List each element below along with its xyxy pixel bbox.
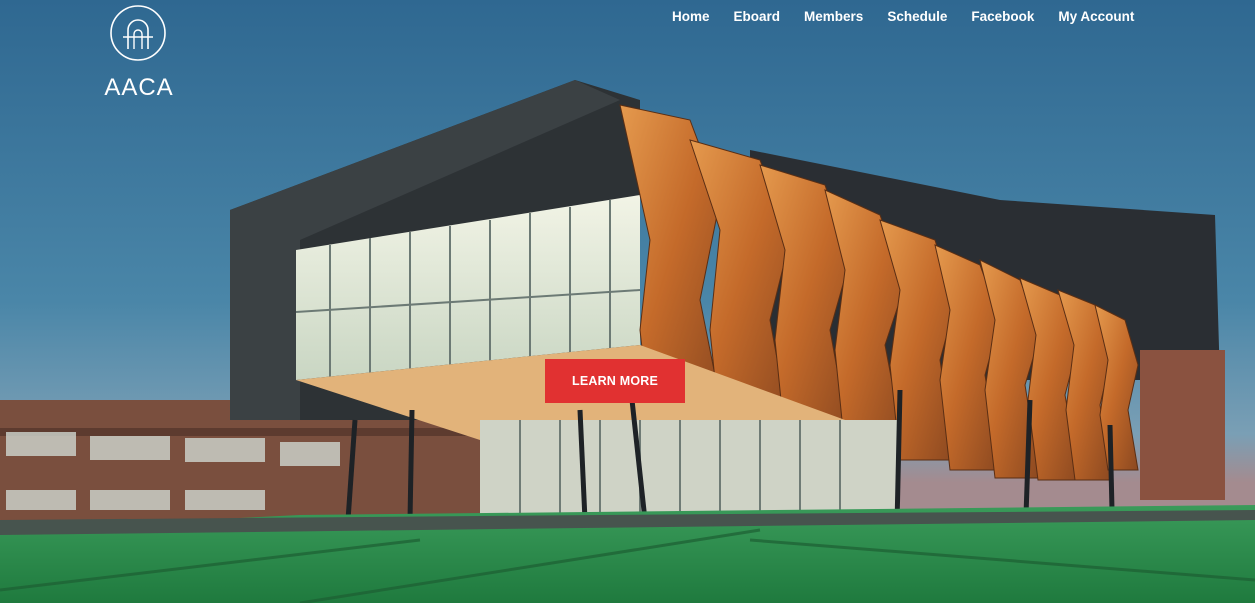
nav-link-members[interactable]: Members [792,8,875,26]
nav-link-home[interactable]: Home [660,8,722,26]
nav-link-eboard[interactable]: Eboard [722,8,793,26]
hero-building-photo [0,0,1255,603]
hero-section [0,0,1255,603]
nav-link-my-account[interactable]: My Account [1046,8,1146,26]
main-nav: Home Eboard Members Schedule Facebook My… [660,8,1146,26]
nav-link-schedule[interactable]: Schedule [875,8,959,26]
site-logo[interactable]: AACA [100,4,180,101]
nav-link-facebook[interactable]: Facebook [959,8,1046,26]
arch-a-icon [110,5,166,61]
brand-name: AACA [104,74,174,101]
learn-more-button[interactable]: LEARN MORE [545,359,685,403]
